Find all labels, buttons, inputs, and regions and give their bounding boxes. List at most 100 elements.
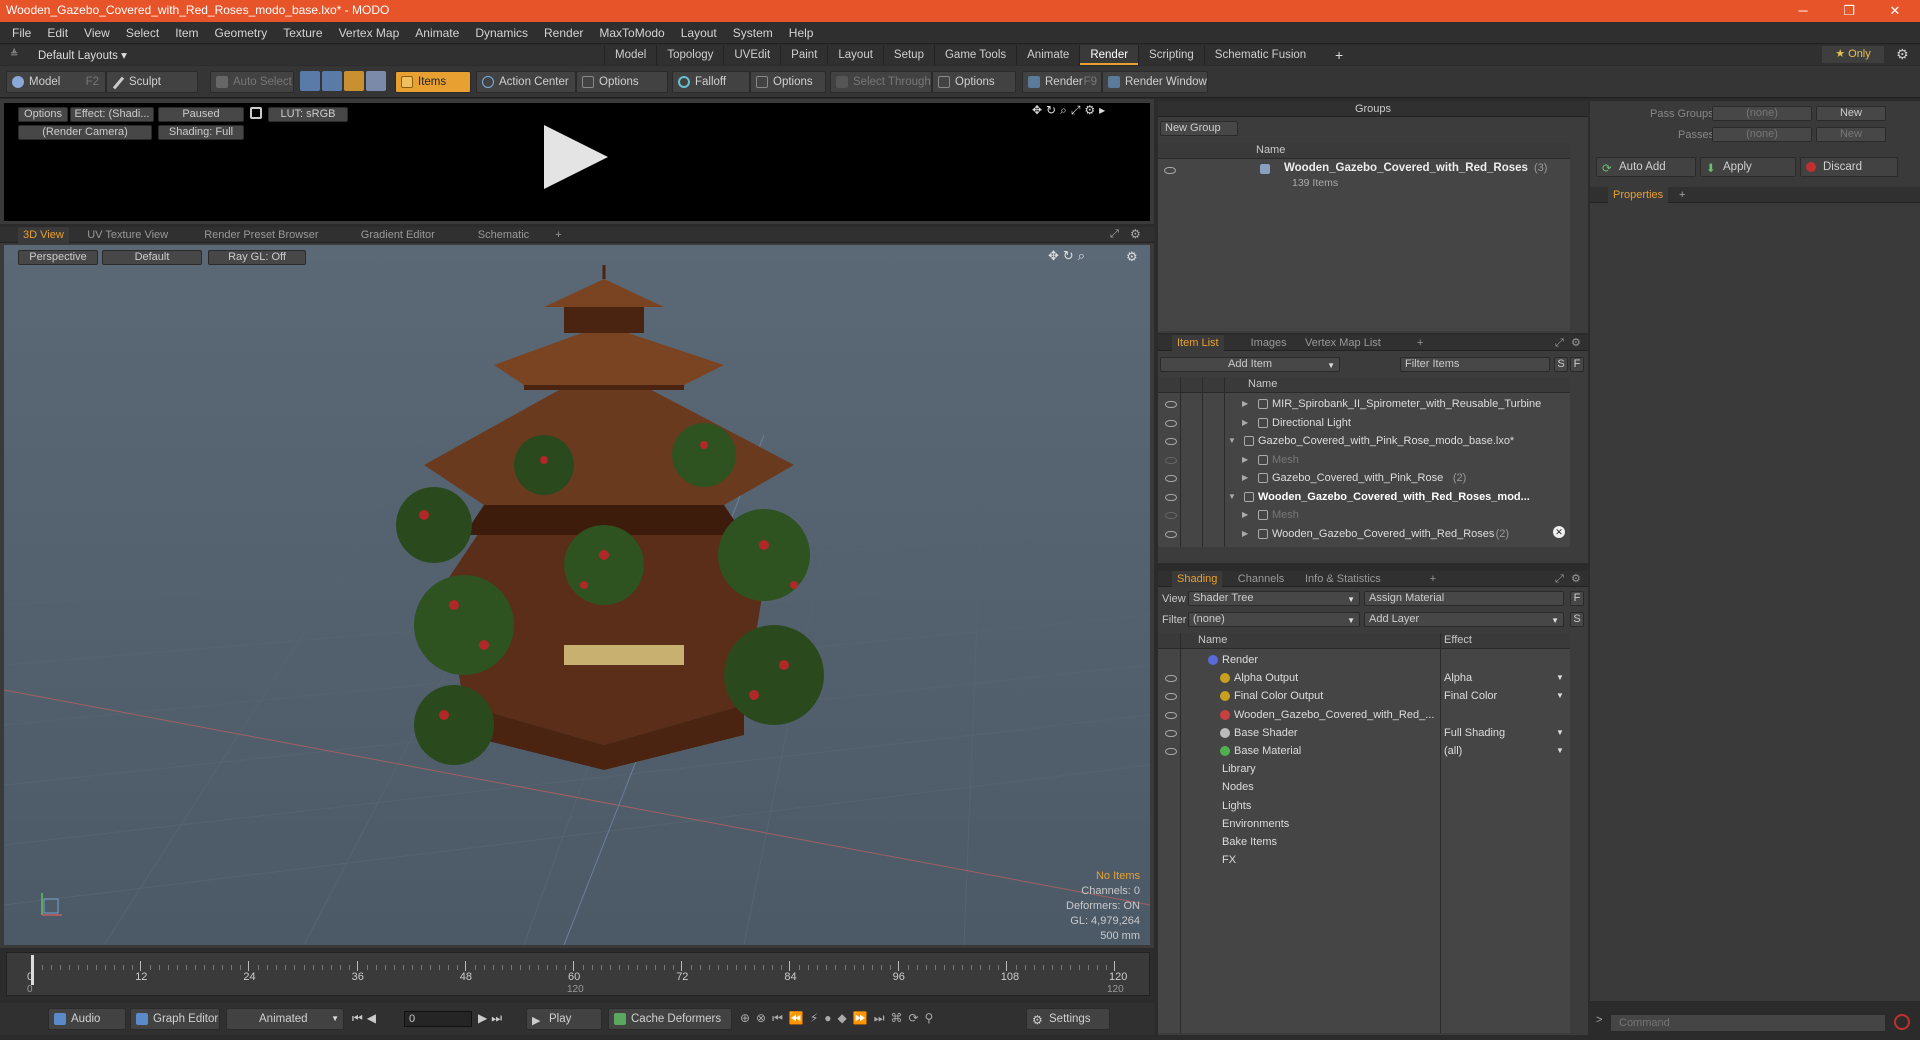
tab-vertex-map-list[interactable]: Vertex Map List [1300, 335, 1386, 351]
only-toggle[interactable]: ★ Only [1822, 46, 1884, 63]
timeline-ruler[interactable]: 012243648607284961081200120120 [6, 952, 1150, 996]
menu-system[interactable]: System [725, 26, 781, 40]
shader-effect-value[interactable]: Final Color [1444, 687, 1497, 705]
menu-maxtomodo[interactable]: MaxToModo [591, 26, 672, 40]
shader-tree-row[interactable]: Wooden_Gazebo_Covered_with_Red_... [1158, 706, 1570, 724]
menu-file[interactable]: File [4, 26, 39, 40]
tab-properties[interactable]: Properties [1608, 187, 1669, 203]
lock-icon[interactable] [250, 107, 262, 119]
apply-button[interactable]: ⬇ Apply [1700, 157, 1796, 177]
render-camera-dropdown[interactable]: (Render Camera) [18, 125, 152, 140]
layout-tab-schematic-fusion[interactable]: Schematic Fusion [1203, 45, 1316, 65]
new-pass-button[interactable]: New [1816, 127, 1886, 142]
timeline[interactable]: 012243648607284961081200120120 [0, 950, 1154, 1000]
visibility-eye-icon[interactable] [1165, 530, 1177, 538]
item-list-row[interactable]: ▶ Directional Light [1158, 414, 1570, 432]
add-tab-button[interactable]: + [550, 227, 566, 243]
menu-view[interactable]: View [76, 26, 118, 40]
transport-back-icons[interactable]: ⏮◀ [352, 1011, 380, 1026]
view-dropdown[interactable]: Shader Tree ▼ [1188, 591, 1360, 606]
passes-dropdown[interactable]: (none) [1712, 127, 1812, 142]
layout-preset-dropdown[interactable]: Default Layouts ▾ [38, 48, 127, 62]
layout-menu-icon[interactable]: ≜ [10, 49, 18, 60]
item-list-row[interactable]: ▶ MIR_Spirobank_II_Spirometer_with_Reusab… [1158, 395, 1570, 413]
search-toggle-button[interactable]: S [1570, 612, 1584, 627]
item-list-row[interactable]: ▶ Mesh [1158, 506, 1570, 524]
tab-gradient-editor[interactable]: Gradient Editor [356, 227, 440, 243]
viewport-gear-icon[interactable]: ⚙ [1130, 227, 1141, 241]
shader-tree-row[interactable]: Library [1158, 760, 1570, 778]
menu-layout[interactable]: Layout [673, 26, 725, 40]
tab-info-statistics[interactable]: Info & Statistics [1300, 571, 1386, 587]
expand-arrow-icon[interactable]: ▶ [1242, 395, 1248, 413]
filter-dropdown[interactable]: (none) ▼ [1188, 612, 1360, 627]
group-row[interactable]: Wooden_Gazebo_Covered_with_Red_Roses (3)… [1158, 161, 1570, 195]
tab-3d-view[interactable]: 3D View [18, 227, 69, 243]
render-window-button[interactable]: Render Window [1102, 71, 1208, 93]
search-toggle-button[interactable]: S [1554, 357, 1568, 372]
add-layout-button[interactable]: + [1335, 47, 1343, 63]
preview-options-button[interactable]: Options [18, 107, 68, 122]
action-center-options-button[interactable]: Options [576, 71, 668, 93]
item-list-row[interactable]: ▶ Mesh [1158, 451, 1570, 469]
add-tab-button[interactable]: + [1674, 187, 1690, 203]
layout-tab-game-tools[interactable]: Game Tools [933, 45, 1016, 65]
shader-effect-value[interactable]: Full Shading [1444, 724, 1505, 742]
tab-shading[interactable]: Shading [1172, 571, 1223, 587]
play-button[interactable]: ▶ Play [526, 1008, 602, 1030]
visibility-eye-icon[interactable] [1165, 475, 1177, 482]
shader-effect-value[interactable]: (all) [1444, 742, 1462, 760]
layout-tab-paint[interactable]: Paint [780, 45, 827, 65]
shading-gear-icon[interactable]: ⚙ [1566, 571, 1586, 587]
menu-edit[interactable]: Edit [39, 26, 76, 40]
expand-arrow-icon[interactable]: ▼ [1228, 488, 1236, 506]
tab-channels[interactable]: Channels [1233, 571, 1289, 587]
new-pass-group-button[interactable]: New [1816, 106, 1886, 121]
vertex-mode-icon[interactable] [300, 71, 320, 91]
3d-viewport[interactable] [4, 245, 1150, 945]
layout-tab-layout[interactable]: Layout [827, 45, 883, 65]
shader-tree-row[interactable]: Alpha Output Alpha ▼ [1158, 669, 1570, 687]
chevron-down-icon[interactable]: ▼ [1556, 687, 1564, 705]
visibility-eye-icon[interactable] [1165, 693, 1177, 701]
close-button[interactable]: ✕ [1872, 0, 1918, 22]
visibility-eye-icon[interactable] [1165, 419, 1177, 427]
visibility-eye-icon[interactable] [1165, 401, 1177, 408]
add-item-dropdown[interactable]: Add Item ▼ [1160, 357, 1340, 372]
settings-button[interactable]: ⚙ Settings [1026, 1008, 1110, 1030]
falloff-options-button[interactable]: Options [750, 71, 826, 93]
menu-animate[interactable]: Animate [407, 26, 467, 40]
filter-toggle-button[interactable]: F [1570, 591, 1584, 606]
close-icon[interactable]: ✕ [1553, 526, 1565, 538]
item-list-row[interactable]: ▼ Wooden_Gazebo_Covered_with_Red_Roses_mo… [1158, 488, 1570, 506]
pass-groups-dropdown[interactable]: (none) [1712, 106, 1812, 121]
assign-material-button[interactable]: Assign Material [1364, 591, 1564, 606]
layout-tab-topology[interactable]: Topology [656, 45, 723, 65]
discard-button[interactable]: Discard [1800, 157, 1898, 177]
shader-tree-row[interactable]: Lights [1158, 797, 1570, 815]
visibility-eye-icon[interactable] [1165, 438, 1177, 445]
add-tab-button[interactable]: + [1425, 571, 1441, 587]
layout-tab-animate[interactable]: Animate [1016, 45, 1079, 65]
add-layer-dropdown[interactable]: Add Layer ▼ [1364, 612, 1564, 627]
new-group-button[interactable]: New Group [1160, 121, 1238, 136]
expand-arrow-icon[interactable]: ▶ [1242, 525, 1248, 543]
item-list-row[interactable]: ▶ Wooden_Gazebo_Covered_with_Red_Roses (2) [1158, 525, 1570, 543]
auto-select-button[interactable]: Auto Select [210, 71, 294, 93]
audio-button[interactable]: Audio [48, 1008, 126, 1030]
chevron-down-icon[interactable]: ▼ [1556, 742, 1564, 760]
key-tools-icons[interactable]: ⊕⊗⏮⏪⚡●◆⏩⏭⌘⟳⚲ [740, 1011, 939, 1026]
effect-dropdown[interactable]: Effect: (Shadi... [70, 107, 154, 122]
viewport-settings-icon[interactable]: ⚙ [1126, 249, 1138, 265]
auto-add-button[interactable]: ⟳ Auto Add [1596, 157, 1696, 177]
default-dropdown[interactable]: Default [102, 250, 202, 265]
shader-tree-row[interactable]: Environments [1158, 815, 1570, 833]
minimize-button[interactable]: ─ [1780, 0, 1826, 22]
restore-button[interactable]: ❐ [1826, 0, 1872, 22]
tab-render-preset-browser[interactable]: Render Preset Browser [199, 227, 323, 243]
shader-tree-row[interactable]: Render [1158, 651, 1570, 669]
visibility-eye-icon[interactable] [1165, 675, 1177, 683]
tab-uv-texture-view[interactable]: UV Texture View [82, 227, 173, 243]
tab-schematic[interactable]: Schematic [473, 227, 534, 243]
tab-images[interactable]: Images [1246, 335, 1292, 351]
